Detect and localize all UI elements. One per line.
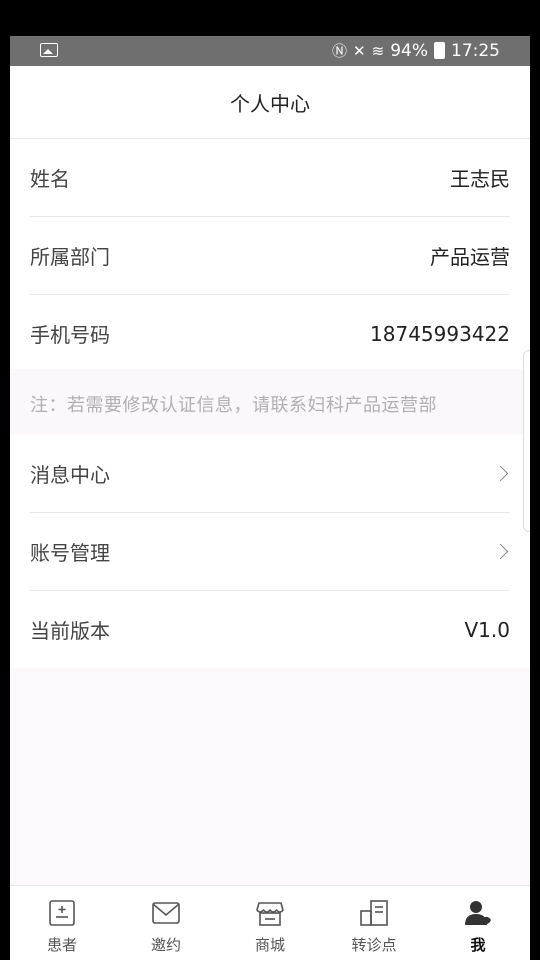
- wifi-signal-icon: ≋: [371, 41, 385, 60]
- patient-icon: [49, 900, 75, 926]
- menu-card: 消息中心 账号管理 当前版本 V1.0: [10, 435, 530, 668]
- tab-patients[interactable]: 患者: [10, 886, 114, 960]
- user-icon: [465, 901, 491, 925]
- profile-card: 姓名 王志民 所属部门 产品运营 手机号码 18745993422: [10, 139, 530, 372]
- nfc-icon: Ⓝ: [332, 42, 348, 60]
- image-notification-icon: [40, 43, 58, 57]
- tab-invitations[interactable]: 邀约: [114, 886, 218, 960]
- department-row: 所属部门 产品运营: [30, 217, 510, 295]
- battery-icon: [434, 42, 445, 59]
- name-row: 姓名 王志民: [30, 139, 510, 217]
- tab-label: 转诊点: [351, 936, 397, 954]
- app-screen: Ⓝ ✕ ≋ 94% 17:25 个人中心 姓名 王志民 所属部门 产品运营 手机…: [10, 36, 530, 960]
- tab-label: 商城: [254, 936, 285, 954]
- header-bar: 个人中心: [10, 66, 530, 139]
- mute-icon: ✕: [353, 41, 366, 60]
- auth-note: 注：若需要修改认证信息，请联系妇科产品运营部: [10, 369, 530, 435]
- account-label: 账号管理: [30, 541, 110, 565]
- menu-item-account[interactable]: 账号管理: [30, 513, 510, 591]
- store-icon: [256, 902, 284, 926]
- tab-store[interactable]: 商城: [218, 886, 322, 960]
- bottom-tab-bar: 患者 邀约 商城 转诊点 我: [10, 885, 530, 960]
- version-row: 当前版本 V1.0: [30, 591, 510, 668]
- name-value: 王志民: [450, 167, 510, 191]
- menu-item-messages[interactable]: 消息中心: [30, 435, 510, 513]
- messages-label: 消息中心: [30, 463, 110, 487]
- phone-value: 18745993422: [370, 321, 510, 346]
- department-label: 所属部门: [30, 245, 110, 269]
- battery-percent: 94%: [390, 40, 428, 61]
- envelope-icon: [152, 902, 180, 924]
- phone-label: 手机号码: [30, 323, 110, 347]
- referral-icon: [360, 900, 388, 926]
- page-title: 个人中心: [230, 91, 310, 116]
- clock: 17:25: [451, 40, 500, 61]
- tab-referral[interactable]: 转诊点: [322, 886, 426, 960]
- chevron-right-icon: [492, 465, 509, 482]
- status-bar: Ⓝ ✕ ≋ 94% 17:25: [10, 36, 530, 66]
- auth-note-text: 注：若需要修改认证信息，请联系妇科产品运营部: [30, 395, 437, 416]
- tab-label: 我: [470, 936, 486, 954]
- tab-me[interactable]: 我: [426, 886, 530, 960]
- department-value: 产品运营: [430, 245, 510, 269]
- version-label: 当前版本: [30, 619, 110, 643]
- tab-label: 邀约: [150, 936, 181, 954]
- phone-row: 手机号码 18745993422: [30, 295, 510, 372]
- tab-label: 患者: [46, 936, 77, 954]
- name-label: 姓名: [30, 167, 70, 191]
- edge-panel-handle[interactable]: [523, 350, 530, 532]
- chevron-right-icon: [492, 543, 509, 560]
- version-value: V1.0: [464, 617, 511, 642]
- status-indicators: Ⓝ ✕ ≋ 94% 17:25: [332, 40, 500, 61]
